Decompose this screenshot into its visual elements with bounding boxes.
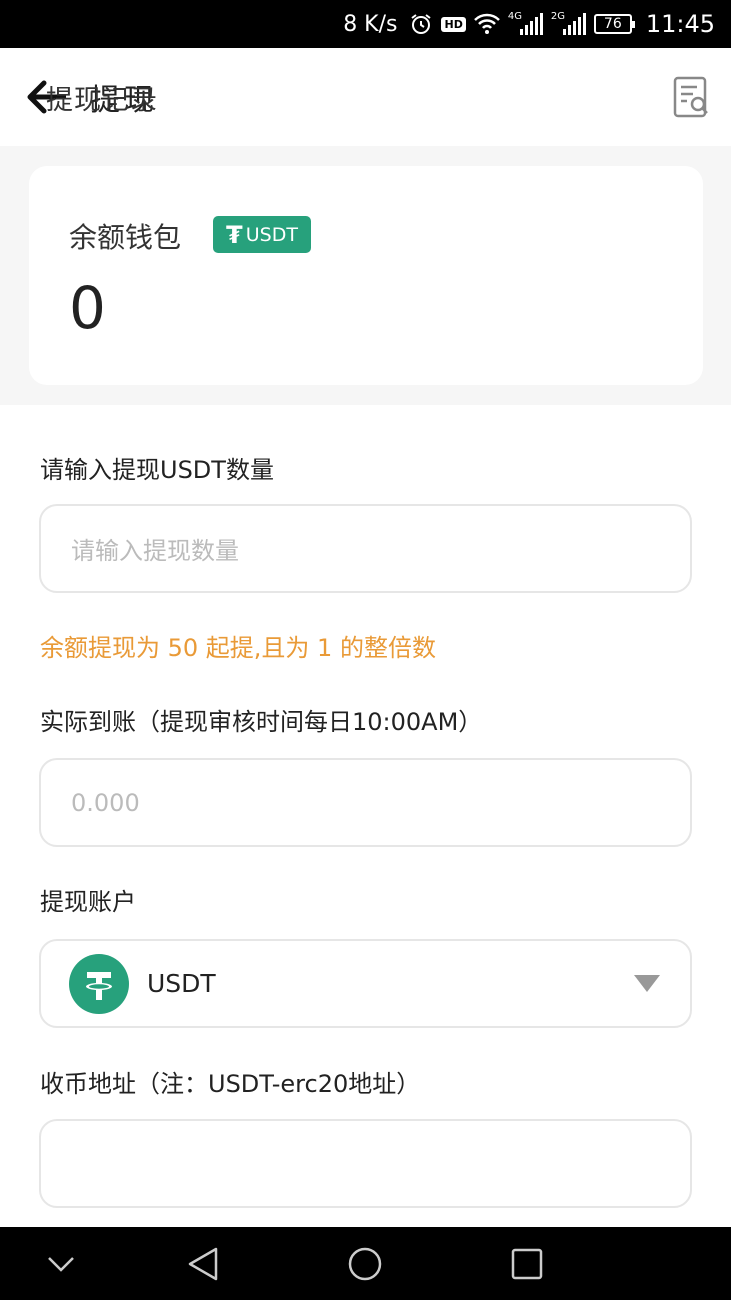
account-select[interactable]: USDT	[39, 939, 692, 1028]
withdraw-record-button[interactable]: 提现记录	[46, 76, 711, 118]
alarm-icon	[409, 12, 433, 36]
actual-amount-label: 实际到账（提现审核时间每日10:00AM）	[40, 708, 483, 736]
balance-value: 0	[69, 274, 106, 342]
account-label: 提现账户	[40, 888, 136, 916]
header: 提现 提现记录	[0, 48, 731, 146]
dropdown-caret-icon	[634, 975, 660, 992]
withdraw-hint: 余额提现为 50 起提,且为 1 的整倍数	[40, 634, 436, 662]
wallet-label: 余额钱包	[69, 221, 182, 254]
tether-icon	[69, 953, 129, 1014]
chevron-down-button[interactable]	[31, 1234, 91, 1294]
withdraw-record-label: 提现记录	[46, 84, 158, 116]
signal-icon: 2G	[550, 11, 586, 35]
usdt-badge-label: USDT	[245, 223, 298, 246]
recents-square-icon	[511, 1248, 543, 1279]
amount-placeholder: 请输入提现数量	[71, 537, 239, 565]
tether-icon: ₮	[226, 220, 243, 249]
record-search-icon	[673, 76, 708, 118]
home-circle-icon	[348, 1247, 382, 1280]
back-triangle-icon	[188, 1247, 218, 1280]
wifi-icon	[473, 13, 500, 35]
status-bar: 8 K/s HD 4G 2G 76 11:45	[0, 0, 731, 48]
signal-tag: 4G	[507, 11, 522, 22]
hd-badge: HD	[441, 16, 466, 32]
actual-amount-field: 0.000	[39, 758, 692, 847]
signal-tag: 2G	[550, 11, 565, 22]
usdt-badge: ₮ USDT	[213, 216, 311, 253]
address-input[interactable]	[39, 1119, 692, 1208]
amount-label: 请输入提现USDT数量	[40, 456, 274, 484]
account-selected-value: USDT	[147, 969, 216, 998]
nav-home-button[interactable]	[335, 1234, 395, 1294]
system-nav-bar	[0, 1227, 731, 1300]
amount-field[interactable]: 请输入提现数量	[39, 504, 692, 593]
balance-area: 余额钱包 ₮ USDT 0	[0, 146, 731, 405]
chevron-down-icon	[48, 1256, 74, 1272]
battery-icon: 76	[593, 14, 635, 34]
actual-amount-value: 0.000	[71, 788, 140, 817]
nav-back-button[interactable]	[173, 1234, 233, 1294]
address-label: 收币地址（注：USDT-erc20地址）	[40, 1070, 421, 1098]
nav-recents-button[interactable]	[497, 1234, 557, 1294]
clock: 11:45	[645, 10, 715, 38]
network-speed: 8 K/s	[343, 11, 398, 37]
battery-level: 76	[603, 16, 622, 32]
signal-icon: 4G	[507, 11, 543, 35]
balance-card: 余额钱包 ₮ USDT 0	[29, 166, 703, 385]
